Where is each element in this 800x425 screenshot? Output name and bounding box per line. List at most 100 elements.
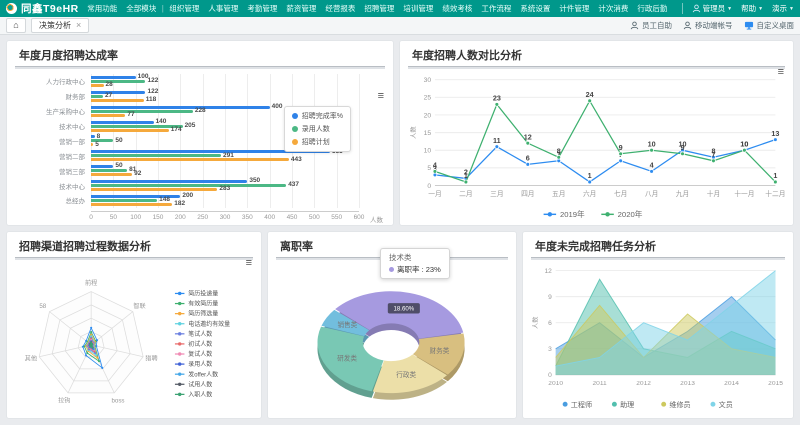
- bar[interactable]: [91, 114, 125, 117]
- bar[interactable]: [91, 80, 145, 83]
- svg-text:十二月: 十二月: [765, 189, 785, 198]
- bar[interactable]: [91, 125, 183, 128]
- bar[interactable]: [91, 173, 132, 176]
- bar[interactable]: [91, 180, 247, 183]
- nav-item-12[interactable]: 系统设置: [516, 3, 555, 14]
- legend-item[interactable]: 助理: [620, 400, 634, 409]
- legend-item[interactable]: 简历投递量: [188, 290, 218, 298]
- x-tick-label: 450: [287, 214, 298, 221]
- user-menu-item-3[interactable]: 演示▼: [772, 3, 794, 14]
- legend-item[interactable]: 2020年: [618, 209, 643, 219]
- bar[interactable]: [91, 95, 103, 98]
- legend-item[interactable]: 发offer人数: [188, 370, 218, 378]
- nav-item-16[interactable]: 出入安全: [672, 3, 674, 14]
- legend-item[interactable]: 有效简历量: [188, 300, 218, 308]
- desktop-icon: [744, 21, 754, 30]
- user-menu-item-2[interactable]: 帮助▼: [741, 3, 763, 14]
- chart-legend: 招聘完成率% 录用人数招聘计划: [284, 106, 351, 152]
- svg-text:1: 1: [588, 171, 592, 180]
- home-button[interactable]: ⌂: [6, 18, 26, 33]
- bar[interactable]: [91, 188, 217, 191]
- brand[interactable]: 同鑫T9eHR: [6, 1, 79, 16]
- svg-text:智联: 智联: [133, 302, 145, 310]
- user-menu-item-1[interactable]: 管理员▼: [692, 3, 732, 14]
- panel-turnover-rate: 离职率 18.60%财务类行政类研发类销售类 技术类 离职率 : 23%: [267, 231, 517, 419]
- svg-text:财务类: 财务类: [430, 346, 450, 355]
- bar[interactable]: [91, 121, 154, 124]
- tabbar-tool-2[interactable]: 移动端帐号: [683, 20, 733, 31]
- bar[interactable]: [91, 129, 169, 132]
- svg-text:五月: 五月: [552, 190, 565, 198]
- category-label: 财务部: [15, 91, 85, 101]
- legend-item[interactable]: 录用人数: [188, 360, 212, 368]
- category-label: 生产采购中心: [15, 106, 85, 116]
- bar-value-label: 28: [106, 82, 113, 89]
- tab-decision-analysis[interactable]: 决策分析 ×: [31, 18, 89, 33]
- bar[interactable]: [91, 99, 144, 102]
- svg-text:4: 4: [650, 161, 654, 170]
- bar[interactable]: [91, 154, 221, 157]
- nav-item-6[interactable]: 薪资管理: [282, 3, 321, 14]
- bar[interactable]: [91, 91, 145, 94]
- nav-item-4[interactable]: 人事管理: [204, 3, 243, 14]
- logo-icon: [6, 3, 17, 14]
- legend-item[interactable]: 复试人数: [188, 350, 212, 358]
- legend-item[interactable]: 录用人数: [292, 124, 343, 134]
- x-tick-label: 500: [309, 214, 320, 221]
- nav-item-13[interactable]: 计件管理: [555, 3, 594, 14]
- legend-item[interactable]: 笔试人数: [188, 330, 212, 338]
- nav-item-11[interactable]: 工作流程: [477, 3, 516, 14]
- legend-item[interactable]: 简历筛选量: [188, 310, 218, 318]
- bar[interactable]: [91, 203, 172, 206]
- bar[interactable]: [91, 143, 93, 146]
- svg-text:人数: 人数: [409, 126, 418, 139]
- bar[interactable]: [91, 165, 113, 168]
- nav-item-8[interactable]: 招聘管理: [360, 3, 399, 14]
- svg-text:9: 9: [548, 294, 552, 301]
- nav-item-1[interactable]: 常用功能: [83, 3, 122, 14]
- legend-item[interactable]: 招聘计划: [292, 137, 343, 147]
- chart-menu-icon[interactable]: ≡: [378, 91, 384, 102]
- nav-item-10[interactable]: 绩效考核: [438, 3, 477, 14]
- bar[interactable]: [91, 158, 289, 161]
- bar[interactable]: [91, 184, 286, 187]
- divider: [408, 66, 785, 69]
- legend-item[interactable]: 文员: [719, 400, 733, 409]
- chart-menu-icon[interactable]: ≡: [246, 258, 252, 269]
- main-menu: 常用功能全部模块|组织管理人事管理考勤管理薪资管理经营报表招聘管理培训管理绩效考…: [83, 3, 674, 14]
- svg-text:2014: 2014: [724, 380, 739, 387]
- legend-item[interactable]: 工程师: [571, 400, 592, 409]
- legend-item[interactable]: 招聘完成率%: [292, 111, 343, 121]
- bar[interactable]: [91, 199, 157, 202]
- svg-text:九月: 九月: [676, 189, 689, 198]
- svg-text:二月: 二月: [459, 190, 472, 198]
- legend-item[interactable]: 2019年: [560, 209, 585, 219]
- chart-menu-icon[interactable]: ≡: [778, 67, 784, 78]
- nav-item-14[interactable]: 计次消费: [594, 3, 633, 14]
- nav-item-7[interactable]: 经营报表: [321, 3, 360, 14]
- nav-item-2[interactable]: 全部模块: [122, 3, 161, 14]
- legend-item[interactable]: 维修员: [669, 400, 690, 409]
- bar[interactable]: [91, 106, 270, 109]
- bar[interactable]: [91, 76, 136, 79]
- nav-item-15[interactable]: 行政后勤: [633, 3, 672, 14]
- nav-item-5[interactable]: 考勤管理: [243, 3, 282, 14]
- legend-item[interactable]: 电话邀约有效量: [188, 320, 230, 328]
- legend-item[interactable]: 试用人数: [188, 380, 212, 388]
- bar[interactable]: [91, 135, 95, 138]
- tabbar-tool-3[interactable]: 自定义桌面: [744, 20, 795, 31]
- legend-item[interactable]: 入职人数: [188, 390, 212, 398]
- nav-item-3[interactable]: 组织管理: [165, 3, 204, 14]
- svg-text:行政类: 行政类: [396, 370, 416, 379]
- series-line[interactable]: [435, 101, 775, 182]
- legend-item[interactable]: 初试人数: [188, 340, 212, 348]
- tabbar-tool-1[interactable]: 员工自助: [630, 20, 672, 31]
- bar-value-label: 283: [219, 186, 230, 193]
- close-icon[interactable]: ×: [76, 21, 81, 30]
- bar[interactable]: [91, 84, 104, 87]
- bar[interactable]: [91, 110, 193, 113]
- svg-text:4: 4: [433, 161, 437, 170]
- series-line[interactable]: [435, 140, 775, 182]
- nav-item-9[interactable]: 培训管理: [399, 3, 438, 14]
- bar[interactable]: [91, 169, 127, 172]
